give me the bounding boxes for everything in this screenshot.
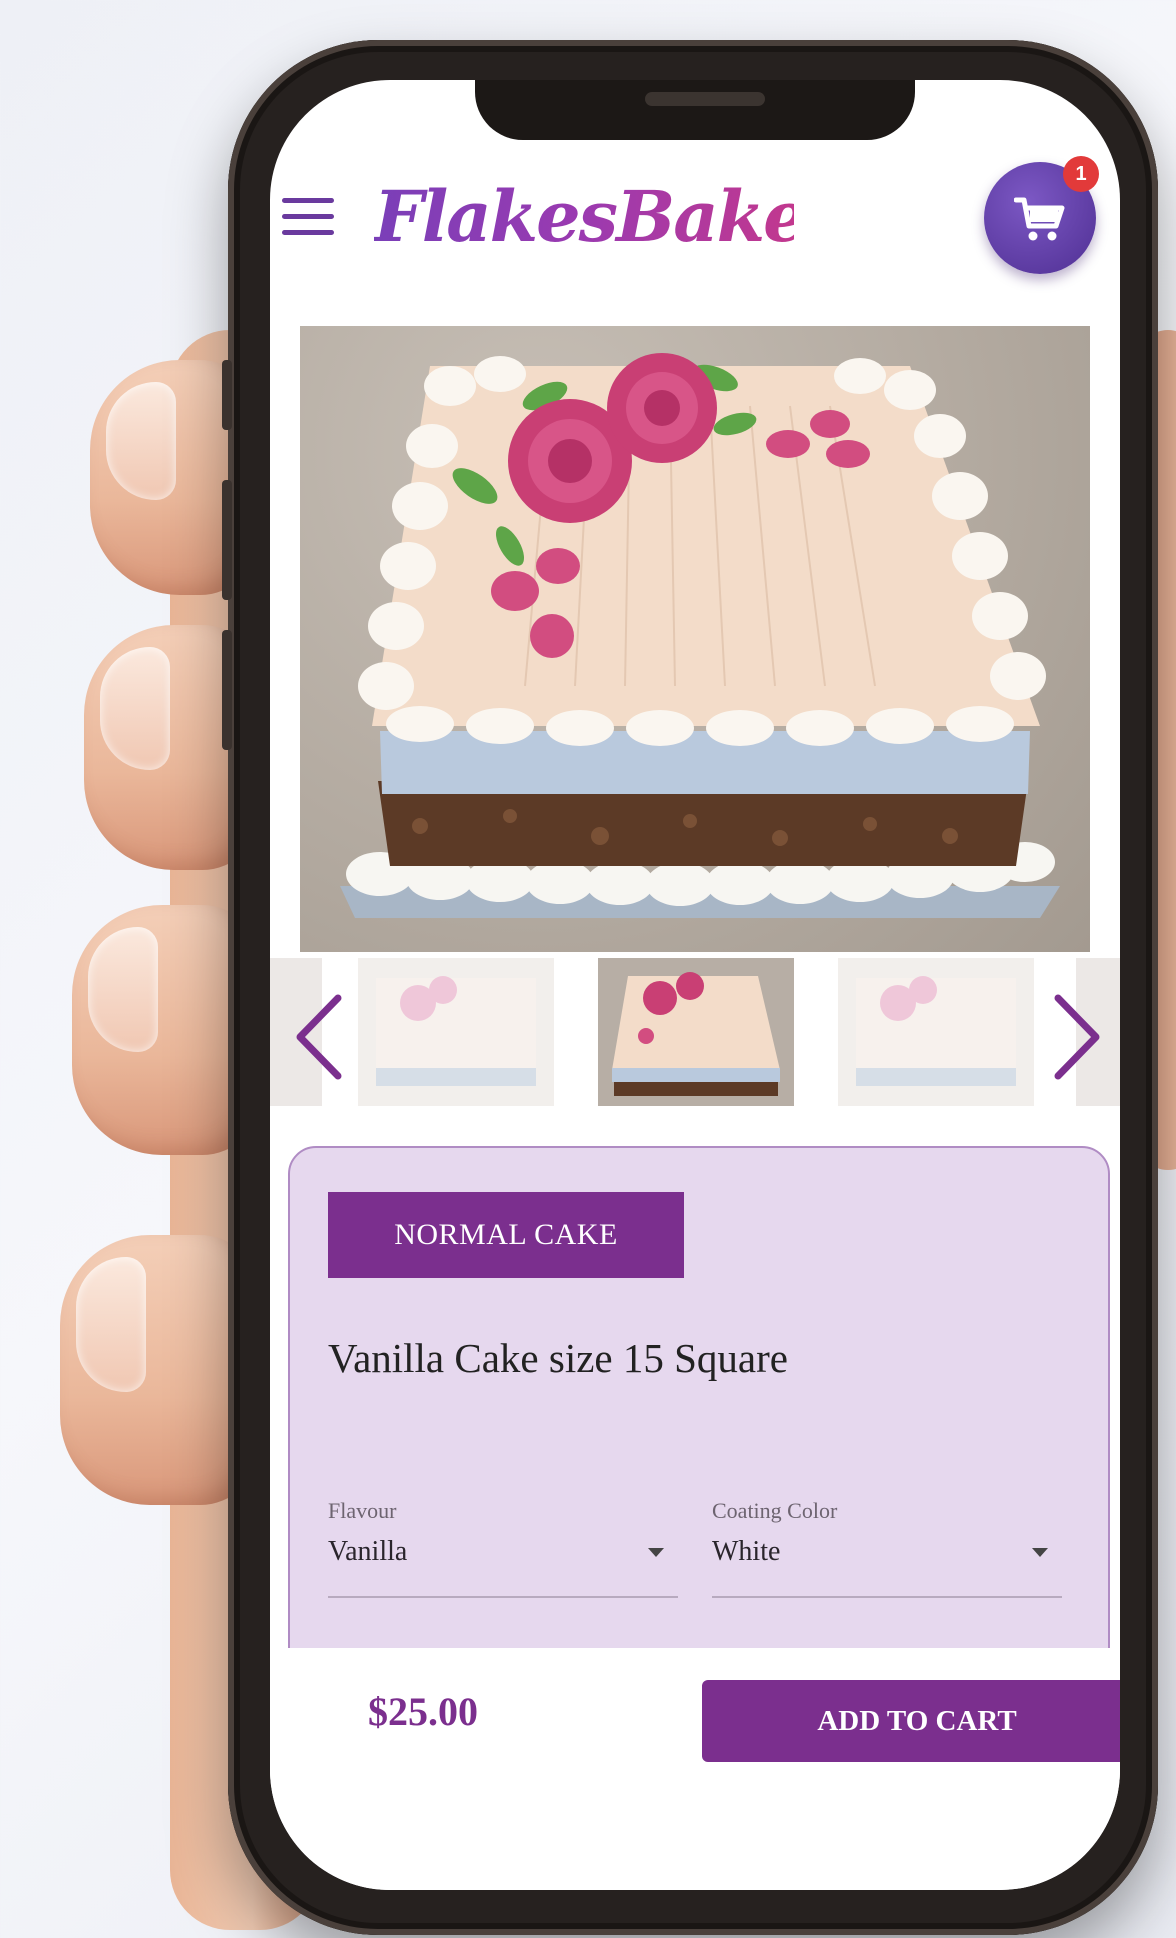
coating-color-select[interactable]: Coating Color White xyxy=(712,1488,1062,1598)
chevron-left-icon[interactable] xyxy=(290,992,346,1082)
coating-color-label: Coating Color xyxy=(712,1498,838,1523)
thumbnail-2-selected[interactable] xyxy=(598,958,794,1106)
dropdown-caret-icon xyxy=(1032,1548,1048,1557)
product-title: Vanilla Cake size 15 Square xyxy=(328,1335,788,1381)
phone-screen: FlakesBakes 1 NORMAL CAKE Vanilla Cake s… xyxy=(270,80,1120,1890)
thumbnail-1[interactable] xyxy=(358,958,554,1106)
phone-volume-down xyxy=(222,630,232,750)
phone-notch xyxy=(475,80,915,140)
phone-mute-switch xyxy=(222,360,232,430)
dropdown-caret-icon xyxy=(648,1548,664,1557)
product-main-image[interactable] xyxy=(300,326,1090,952)
cart-button[interactable]: 1 xyxy=(984,156,1099,274)
flavour-value: Vanilla xyxy=(328,1536,408,1567)
hamburger-menu-icon[interactable] xyxy=(282,198,334,236)
flavour-label: Flavour xyxy=(328,1498,397,1523)
add-to-cart-button[interactable]: ADD TO CART xyxy=(702,1680,1120,1762)
phone-volume-up xyxy=(222,480,232,600)
chevron-right-icon[interactable] xyxy=(1050,992,1106,1082)
thumbnail-3[interactable] xyxy=(838,958,1034,1106)
product-details-card: NORMAL CAKE Vanilla Cake size 15 Square … xyxy=(288,1146,1110,1706)
product-price: $25.00 xyxy=(368,1689,478,1734)
cart-count-badge: 1 xyxy=(1063,156,1099,192)
brand-logo[interactable]: FlakesBakes xyxy=(374,162,845,272)
thumbnail-strip xyxy=(270,952,1120,1110)
coating-color-value: White xyxy=(712,1536,781,1567)
shopping-cart-icon xyxy=(1014,197,1065,241)
cake-illustration xyxy=(340,353,1060,918)
flavour-select[interactable]: Flavour Vanilla xyxy=(328,1488,678,1598)
category-badge: NORMAL CAKE xyxy=(328,1192,684,1278)
bottom-action-bar: $25.00 ADD TO CART xyxy=(270,1648,1120,1890)
